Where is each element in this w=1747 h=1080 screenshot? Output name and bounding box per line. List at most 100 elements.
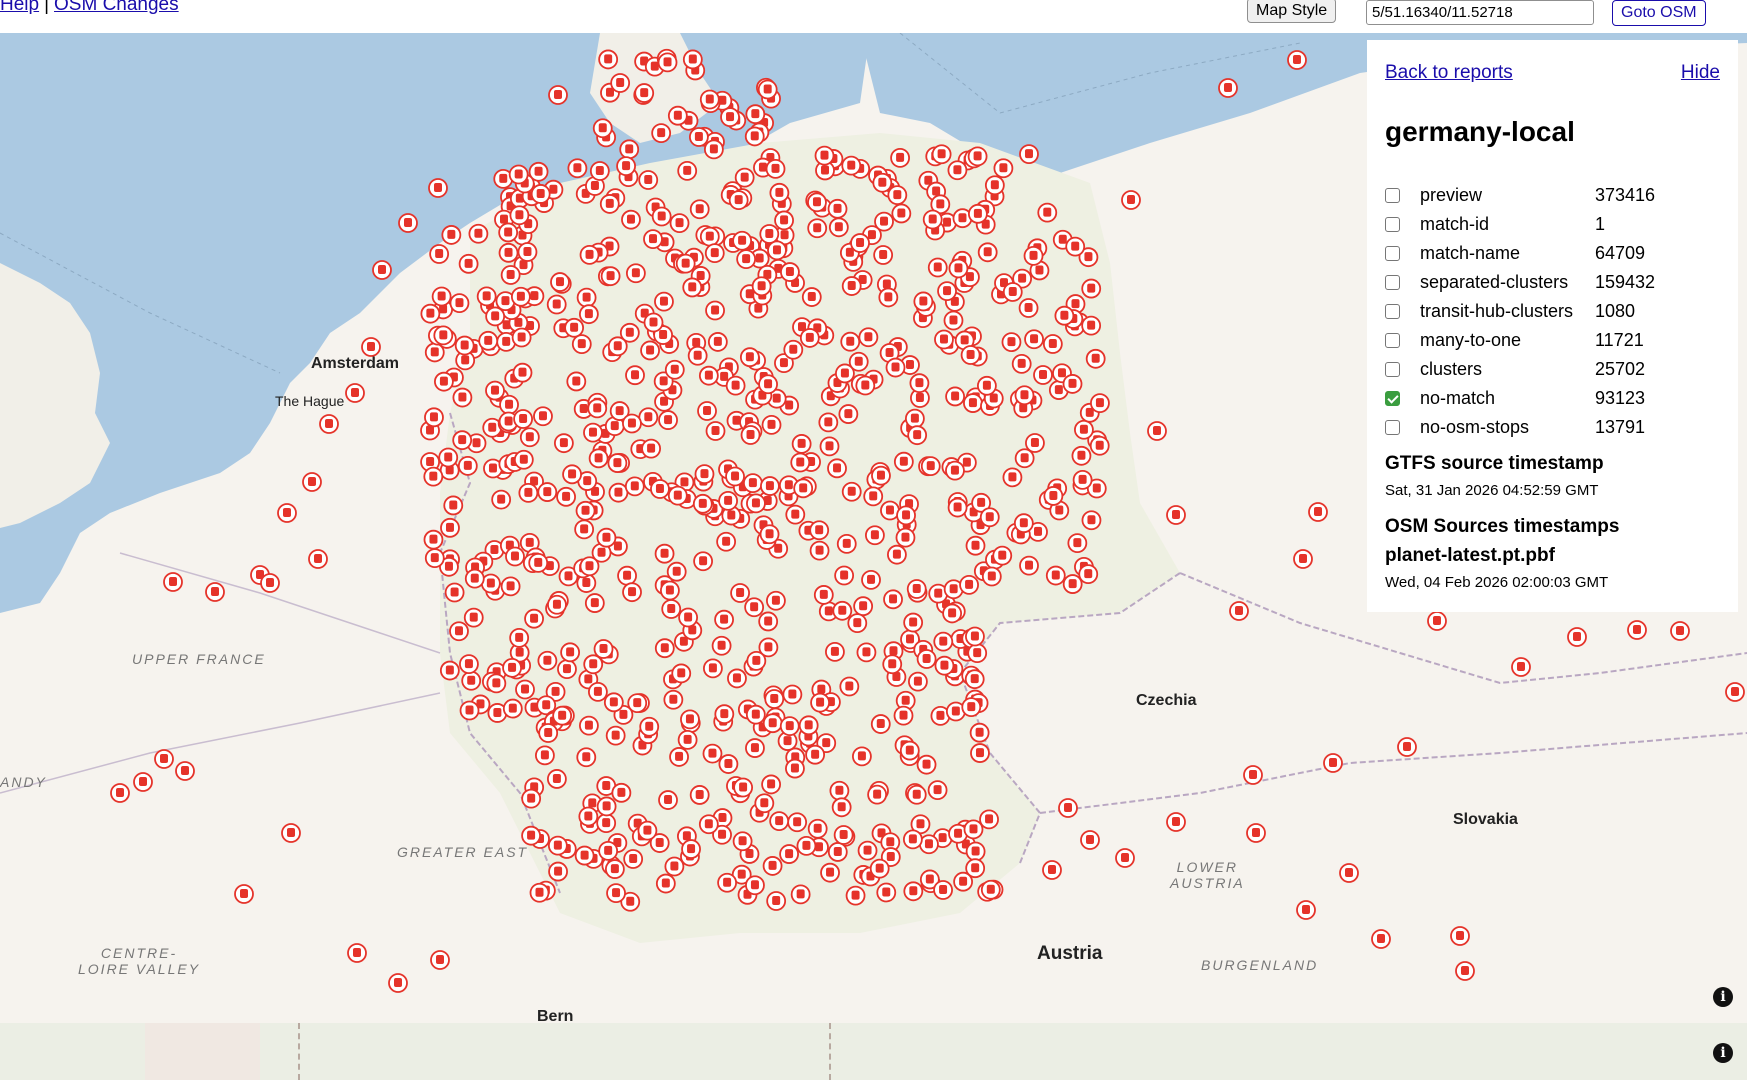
- report-count: 93123: [1595, 388, 1646, 408]
- report-checkbox-preview[interactable]: [1385, 188, 1400, 203]
- bus-icon: [1049, 490, 1058, 500]
- bus-icon: [875, 863, 884, 873]
- bus-icon: [755, 253, 764, 263]
- bus-icon: [314, 554, 322, 563]
- bus-icon: [426, 308, 435, 318]
- bus-icon: [975, 727, 984, 737]
- bus-icon: [751, 498, 760, 508]
- bus-icon: [878, 177, 887, 187]
- bus-icon: [722, 536, 731, 546]
- bus-icon: [543, 655, 552, 665]
- bus-icon: [525, 537, 534, 547]
- bus-icon: [1071, 299, 1080, 309]
- bus-icon: [971, 846, 980, 856]
- bus-icon: [585, 249, 594, 259]
- report-checkbox-no-osm-stops[interactable]: [1385, 420, 1400, 435]
- bus-icon: [915, 378, 924, 388]
- bus-icon: [484, 335, 493, 345]
- bus-icon: [765, 529, 774, 539]
- strip-road: [298, 1023, 300, 1080]
- bus-icon: [700, 469, 709, 479]
- panel-title: germany-local: [1385, 116, 1575, 147]
- region-label-centre-loire: CENTRE- LOIRE VALLEY: [78, 945, 201, 977]
- bus-icon: [1008, 286, 1017, 296]
- bus-icon: [465, 705, 474, 715]
- bus-icon: [688, 282, 697, 292]
- bus-icon: [933, 262, 942, 272]
- report-name: no-osm-stops: [1420, 417, 1530, 437]
- bus-icon: [1078, 474, 1087, 484]
- bus-icon: [597, 547, 606, 557]
- goto-osm-button[interactable]: Goto OSM: [1612, 0, 1706, 26]
- report-checkbox-match-id[interactable]: [1385, 217, 1400, 232]
- report-checkbox-transit-hub-clusters[interactable]: [1385, 304, 1400, 319]
- bus-icon: [1302, 905, 1310, 914]
- bus-icon: [670, 861, 679, 871]
- bus-icon: [455, 298, 464, 308]
- bus-icon: [552, 599, 561, 609]
- bus-icon: [757, 281, 766, 291]
- bus-icon: [1091, 353, 1100, 363]
- bus-icon: [870, 530, 879, 540]
- bus-icon: [645, 721, 654, 731]
- bus-icon: [785, 400, 794, 410]
- bus-icon: [764, 616, 773, 626]
- top-bar: Help | OSM Changes Map Style Goto OSM: [0, 0, 1747, 33]
- bus-icon: [439, 330, 448, 340]
- bus-icon: [779, 358, 788, 368]
- bus-icon: [602, 801, 611, 811]
- bus-icon: [1299, 554, 1307, 563]
- place-label-bern: Bern: [537, 1008, 574, 1023]
- bus-icon: [815, 545, 824, 555]
- bus-icon: [724, 759, 733, 769]
- bus-icon: [713, 336, 722, 346]
- bus-icon: [643, 825, 652, 835]
- bus-icon: [610, 421, 619, 431]
- bus-icon: [1077, 450, 1086, 460]
- bus-icon: [886, 852, 895, 862]
- bus-icon: [519, 413, 528, 423]
- bus-icon: [833, 846, 842, 856]
- bus-icon: [570, 322, 579, 332]
- report-checkbox-match-name[interactable]: [1385, 246, 1400, 261]
- bus-icon: [1034, 526, 1043, 536]
- coordinate-input[interactable]: [1366, 0, 1594, 25]
- bus-icon: [1017, 358, 1026, 368]
- info-icon[interactable]: i: [1713, 1043, 1733, 1063]
- report-checkbox-many-to-one[interactable]: [1385, 333, 1400, 348]
- bus-icon: [953, 165, 962, 175]
- report-checkbox-clusters[interactable]: [1385, 362, 1400, 377]
- bus-icon: [404, 218, 412, 227]
- back-to-reports-link[interactable]: Back to reports: [1385, 62, 1513, 84]
- bus-icon: [943, 286, 952, 296]
- hide-panel-link[interactable]: Hide: [1681, 62, 1720, 84]
- bus-icon: [1235, 606, 1243, 615]
- bus-icon: [774, 543, 783, 553]
- info-icon[interactable]: i: [1713, 987, 1733, 1007]
- report-checkbox-separated-clusters[interactable]: [1385, 275, 1400, 290]
- bus-icon: [863, 845, 872, 855]
- bus-icon: [677, 668, 686, 678]
- bus-icon: [826, 867, 835, 877]
- bus-icon: [799, 483, 808, 493]
- bus-icon: [869, 491, 878, 501]
- bus-icon: [737, 869, 746, 879]
- map-style-button[interactable]: Map Style: [1247, 0, 1337, 23]
- bus-icon: [609, 697, 618, 707]
- bus-icon: [1731, 687, 1739, 696]
- help-link[interactable]: Help: [0, 0, 39, 15]
- bus-icon: [1071, 241, 1080, 251]
- bus-icon: [876, 470, 885, 480]
- report-checkbox-no-match[interactable]: [1385, 391, 1400, 406]
- report-row-preview: preview 373416: [1385, 181, 1725, 210]
- bus-icon: [711, 425, 720, 435]
- bus-icon: [1121, 853, 1129, 862]
- bus-icon: [909, 886, 918, 896]
- bus-icon: [856, 238, 865, 248]
- osm-changes-link[interactable]: OSM Changes: [54, 0, 179, 15]
- report-row-separated-clusters: separated-clusters 159432: [1385, 268, 1725, 297]
- bus-icon: [1086, 835, 1094, 844]
- bus-icon: [501, 296, 510, 306]
- report-count: 373416: [1595, 185, 1656, 205]
- bus-icon: [644, 412, 653, 422]
